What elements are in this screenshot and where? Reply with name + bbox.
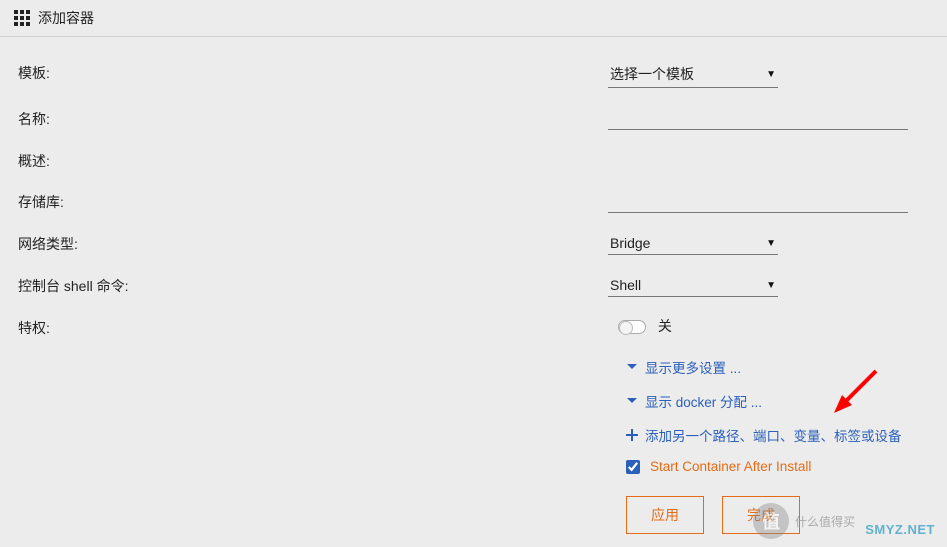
show-more-settings-link[interactable]: 显示更多设置 ... xyxy=(626,357,929,377)
chevron-down-icon xyxy=(626,395,638,407)
add-container-form: 模板: 选择一个模板 ▼ 名称: 概述: 存储库: 网络类型: Bridge ▼ xyxy=(0,37,947,534)
apply-button[interactable]: 应用 xyxy=(626,496,704,534)
priv-state: 关 xyxy=(658,318,672,334)
chevron-down-icon xyxy=(626,361,638,373)
chevron-down-icon: ▼ xyxy=(766,280,776,291)
chevron-down-icon: ▼ xyxy=(766,238,776,249)
priv-toggle[interactable] xyxy=(618,320,646,334)
name-input[interactable] xyxy=(608,107,908,130)
add-config-text: 添加另一个路径、端口、变量、标签或设备 xyxy=(645,425,902,445)
nettype-label: 网络类型: xyxy=(18,232,608,254)
shell-select[interactable]: Shell ▼ xyxy=(608,274,778,297)
name-label: 名称: xyxy=(18,107,608,129)
add-config-link[interactable]: 添加另一个路径、端口、变量、标签或设备 xyxy=(626,425,929,445)
show-more-settings-text: 显示更多设置 ... xyxy=(645,357,741,377)
template-selected: 选择一个模板 xyxy=(610,64,694,84)
repo-label: 存储库: xyxy=(18,190,608,212)
page-title: 添加容器 xyxy=(38,8,94,28)
chevron-down-icon: ▼ xyxy=(766,69,776,80)
start-after-install-checkbox[interactable] xyxy=(626,460,640,474)
watermark-site: SMYZ.NET xyxy=(865,522,935,537)
nettype-select[interactable]: Bridge ▼ xyxy=(608,232,778,255)
watermark-logo-text: 什么值得买 xyxy=(795,513,855,530)
repo-input[interactable] xyxy=(608,190,908,213)
priv-label: 特权: xyxy=(18,316,608,338)
page-header: 添加容器 xyxy=(0,0,947,37)
watermark-logo-char: 值 xyxy=(753,503,789,539)
watermark-logo: 值 什么值得买 xyxy=(753,503,855,539)
shell-label: 控制台 shell 命令: xyxy=(18,274,608,296)
apps-grid-icon xyxy=(14,10,30,26)
show-docker-alloc-link[interactable]: 显示 docker 分配 ... xyxy=(626,391,929,411)
template-select[interactable]: 选择一个模板 ▼ xyxy=(608,61,778,88)
start-after-install-label: Start Container After Install xyxy=(650,459,811,474)
show-docker-alloc-text: 显示 docker 分配 ... xyxy=(645,391,762,411)
template-label: 模板: xyxy=(18,61,608,83)
plus-icon xyxy=(626,429,638,441)
nettype-selected: Bridge xyxy=(610,235,650,251)
shell-selected: Shell xyxy=(610,277,641,293)
overview-label: 概述: xyxy=(18,149,608,171)
